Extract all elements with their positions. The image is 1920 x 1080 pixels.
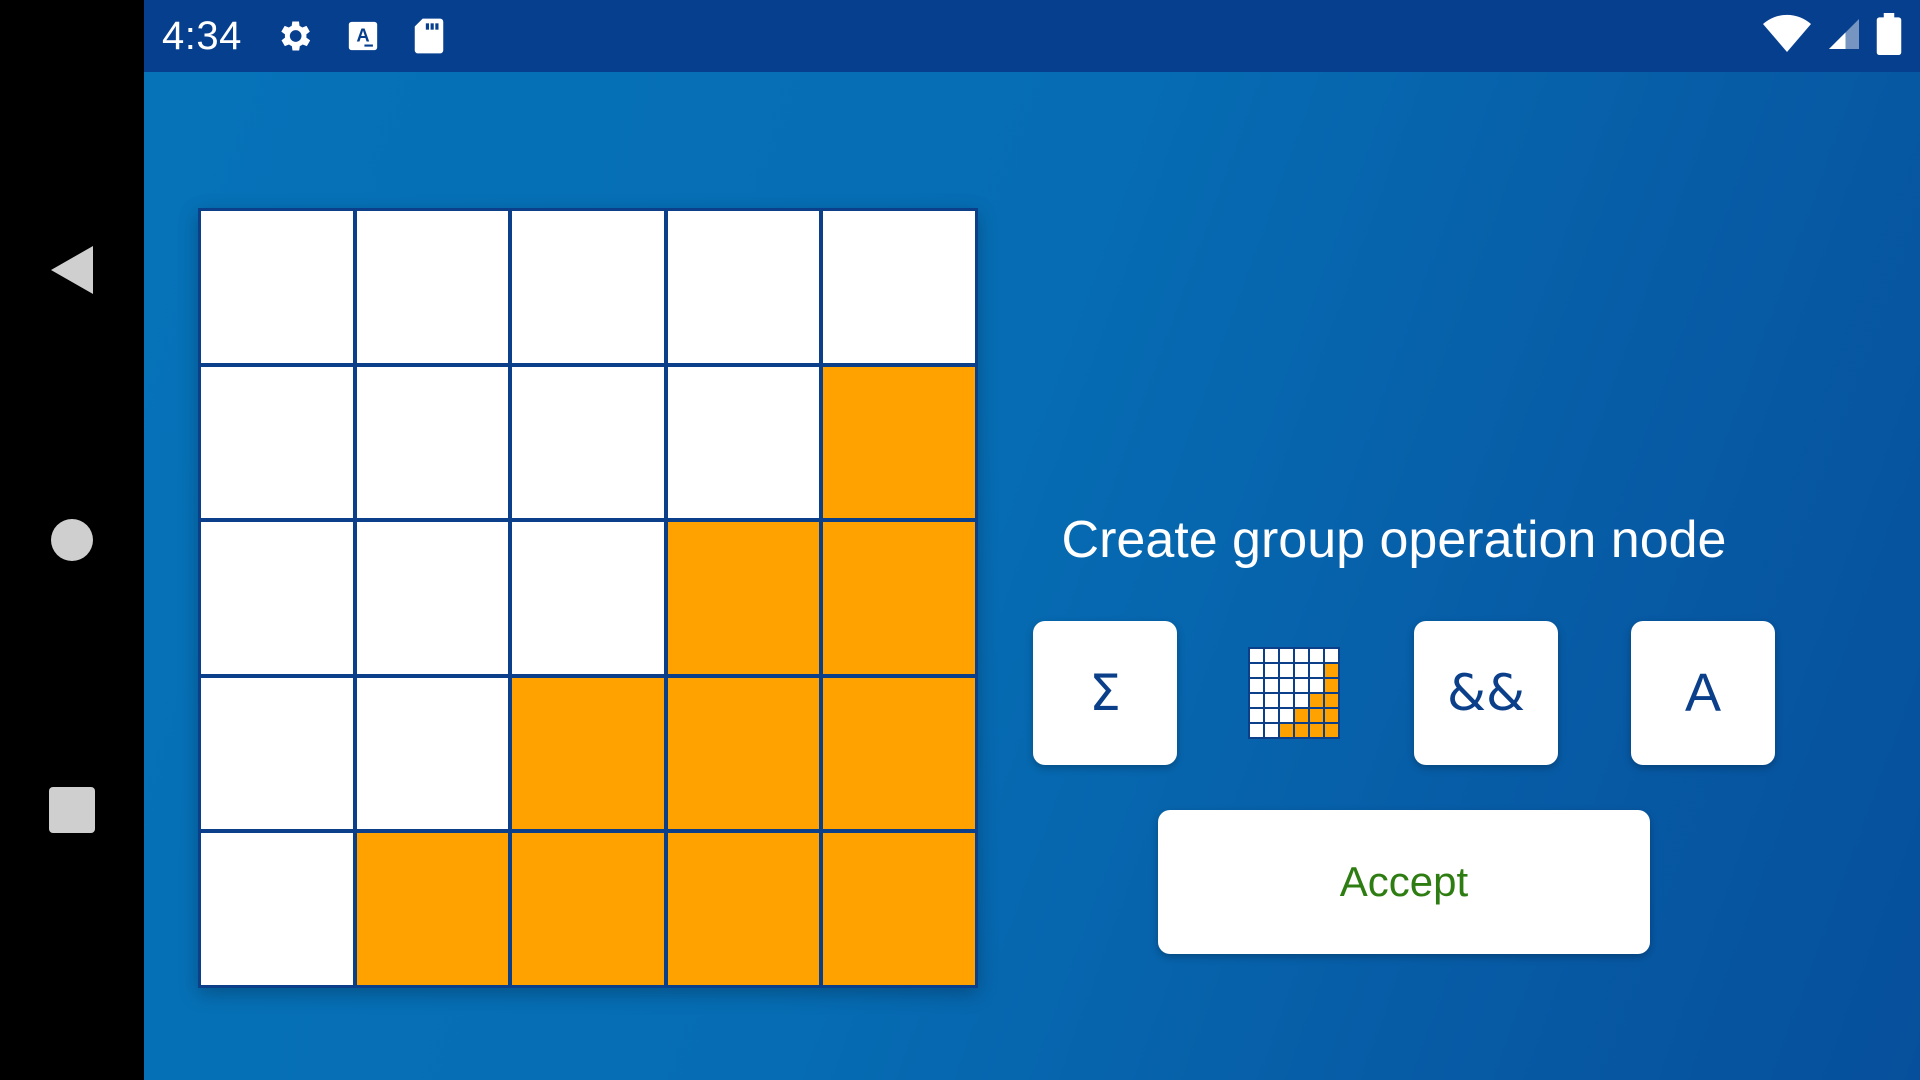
board-cell[interactable] (512, 211, 664, 363)
board-cell[interactable] (201, 522, 353, 674)
mini-grid-cell (1250, 664, 1263, 677)
accept-button[interactable]: Accept (1158, 810, 1650, 954)
sd-card-icon (412, 17, 446, 55)
mini-grid-cell (1250, 649, 1263, 662)
mini-grid-cell (1295, 694, 1308, 707)
board-cell[interactable] (823, 677, 975, 830)
status-time: 4:34 (162, 13, 242, 58)
mini-grid-cell (1310, 694, 1323, 707)
mini-grid-cell (1265, 694, 1278, 707)
board-cell[interactable] (667, 366, 820, 519)
back-button[interactable] (42, 240, 102, 300)
mini-grid-cell (1325, 679, 1338, 692)
board-cell[interactable] (356, 211, 509, 363)
mini-grid-cell (1265, 709, 1278, 722)
board-cell[interactable] (823, 833, 975, 985)
board-cell[interactable] (823, 211, 975, 363)
sum-operation-button[interactable]: Σ (1033, 621, 1177, 765)
mini-grid-cell (1280, 679, 1293, 692)
board-cell[interactable] (512, 833, 664, 985)
status-bar: 4:34 A (144, 0, 1920, 72)
logic-and-operation-button[interactable]: && (1414, 621, 1558, 765)
mini-grid-cell (1265, 649, 1278, 662)
board-cell[interactable] (356, 522, 509, 674)
mini-grid-cell (1265, 664, 1278, 677)
mini-grid-cell (1280, 724, 1293, 737)
board-cell[interactable] (201, 833, 353, 985)
home-button[interactable] (42, 510, 102, 570)
dialog-title: Create group operation node (1061, 511, 1727, 569)
navigation-bar (0, 0, 144, 1080)
svg-text:A: A (356, 25, 369, 46)
board-cell[interactable] (667, 522, 820, 674)
mini-grid-cell (1310, 664, 1323, 677)
board-cell[interactable] (512, 522, 664, 674)
status-right-icons (1762, 0, 1902, 72)
mini-grid-cell (1295, 709, 1308, 722)
board-cell[interactable] (512, 677, 664, 830)
mini-grid-cell (1280, 649, 1293, 662)
board-cell[interactable] (356, 366, 509, 519)
mini-grid-cell (1280, 694, 1293, 707)
mini-grid-cell (1310, 724, 1323, 737)
recents-button[interactable] (42, 780, 102, 840)
board-cell[interactable] (667, 677, 820, 830)
battery-icon (1876, 13, 1902, 59)
mini-grid-cell (1325, 664, 1338, 677)
mini-grid-cell (1265, 724, 1278, 737)
mini-grid-cell (1310, 649, 1323, 662)
wifi-icon (1762, 14, 1812, 58)
cell-signal-icon (1826, 16, 1862, 56)
board-cell[interactable] (512, 366, 664, 519)
board-cell[interactable] (201, 366, 353, 519)
board-cell[interactable] (823, 366, 975, 519)
recents-icon (49, 787, 95, 833)
board-cell[interactable] (201, 677, 353, 830)
grid-pattern-icon[interactable] (1248, 647, 1340, 739)
mini-grid-cell (1325, 694, 1338, 707)
board-cell[interactable] (201, 211, 353, 363)
mini-grid-cell (1325, 709, 1338, 722)
board-cell[interactable] (356, 833, 509, 985)
mini-grid-cell (1250, 679, 1263, 692)
mini-grid-cell (1250, 724, 1263, 737)
mini-grid-cell (1310, 709, 1323, 722)
mini-grid-cell (1265, 679, 1278, 692)
mini-grid-cell (1325, 724, 1338, 737)
back-icon (51, 246, 93, 294)
board-cell[interactable] (667, 833, 820, 985)
mini-grid-cell (1295, 679, 1308, 692)
mini-grid-cell (1295, 724, 1308, 737)
mini-grid-cell (1280, 709, 1293, 722)
mini-grid-cell (1280, 664, 1293, 677)
board-cell[interactable] (356, 677, 509, 830)
mini-grid-cell (1310, 679, 1323, 692)
board-cell[interactable] (823, 522, 975, 674)
board-cell[interactable] (667, 211, 820, 363)
gear-icon (274, 16, 314, 56)
mini-grid-cell (1250, 709, 1263, 722)
mini-grid-cell (1325, 649, 1338, 662)
mini-grid-cell (1250, 694, 1263, 707)
pattern-board (198, 208, 978, 988)
home-icon (51, 519, 93, 561)
font-a-icon: A (346, 19, 380, 53)
mini-grid-cell (1295, 649, 1308, 662)
main-area: Create group operation node Σ && A Accep… (144, 72, 1920, 1080)
mini-grid-cell (1295, 664, 1308, 677)
text-operation-button[interactable]: A (1631, 621, 1775, 765)
